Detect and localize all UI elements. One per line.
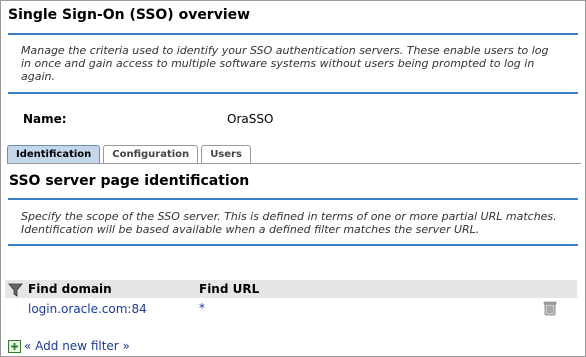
name-label: Name: xyxy=(23,112,67,126)
tab-configuration[interactable]: Configuration xyxy=(103,145,199,163)
name-value: OraSSO xyxy=(227,112,274,126)
sso-overview-panel: Single Sign-On (SSO) overview Manage the… xyxy=(0,0,586,357)
trash-icon[interactable] xyxy=(542,300,558,320)
tab-divider xyxy=(7,163,581,164)
section-title: SSO server page identification xyxy=(9,173,250,189)
tab-identification[interactable]: Identification xyxy=(7,145,101,163)
page-description: Manage the criteria used to identify you… xyxy=(21,44,549,83)
tab-bar: Identification Configuration Users xyxy=(7,145,251,163)
column-header-find-domain: Find domain xyxy=(28,282,112,296)
page-title: Single Sign-On (SSO) overview xyxy=(8,7,251,23)
filter-row-url-link[interactable]: * xyxy=(199,301,205,315)
filter-row-domain-link[interactable]: login.oracle.com:84 xyxy=(28,302,147,316)
tab-users[interactable]: Users xyxy=(201,145,251,163)
section-description: Specify the scope of the SSO server. Thi… xyxy=(21,210,557,236)
section-description-divider xyxy=(8,244,578,246)
filter-grid-header: Find domain Find URL xyxy=(5,280,577,298)
add-new-filter-label: « Add new filter » xyxy=(24,339,130,353)
plus-icon xyxy=(8,339,21,353)
description-divider xyxy=(8,92,578,94)
add-new-filter-link[interactable]: « Add new filter » xyxy=(8,339,130,353)
filter-icon[interactable] xyxy=(8,282,23,301)
column-header-find-url: Find URL xyxy=(199,282,260,296)
section-divider xyxy=(8,198,578,200)
title-divider xyxy=(8,33,578,35)
